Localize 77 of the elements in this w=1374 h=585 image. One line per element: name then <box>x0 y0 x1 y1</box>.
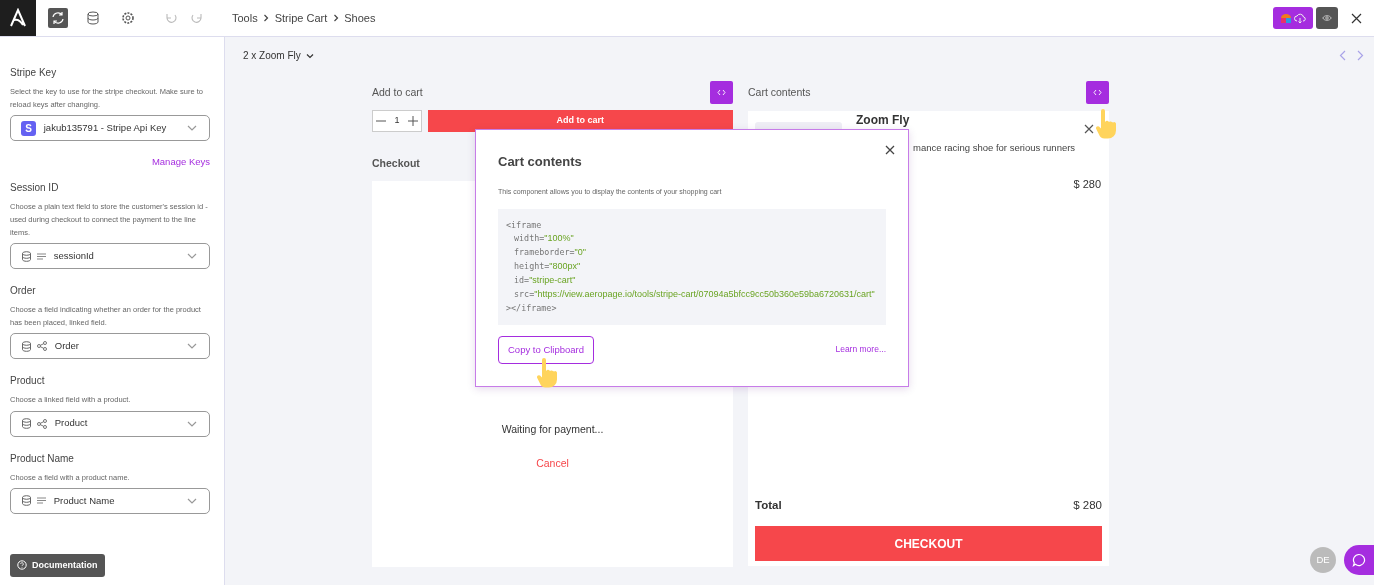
total-amount: $ 280 <box>1073 497 1102 513</box>
redo-icon <box>190 11 204 25</box>
code-line: height="800px" <box>513 259 582 273</box>
code-line: <iframe <box>506 219 543 232</box>
select-value: Product Name <box>53 493 115 508</box>
field-label: Session ID <box>10 180 60 195</box>
select-value: Product <box>54 416 88 431</box>
product-description: mance racing shoe for serious runners <box>913 141 1077 155</box>
product-name: Zoom Fly <box>856 114 911 126</box>
database-icon <box>21 250 32 262</box>
code-line: ></iframe> <box>506 301 558 315</box>
record-selector[interactable]: 2 x Zoom Fly <box>242 47 317 64</box>
code-icon <box>717 89 726 96</box>
field-label: Product <box>10 374 46 389</box>
undo-icon <box>164 11 178 25</box>
code-line: frameborder="0" <box>513 245 587 259</box>
field-label: Order <box>10 284 37 299</box>
payment-status: Waiting for payment... <box>501 422 604 438</box>
field-label: Product Name <box>10 451 75 466</box>
stripe-logo: S <box>21 120 36 136</box>
section-title: Cart contents <box>748 84 811 100</box>
eye-icon <box>1321 13 1332 23</box>
database-icon <box>21 340 32 352</box>
select-value: sessionId <box>53 249 94 263</box>
modal-title: Cart contents <box>498 153 583 171</box>
cloud-upload-icon <box>1294 12 1307 24</box>
chat-icon <box>1352 553 1366 567</box>
chevron-right-icon <box>332 14 339 22</box>
close-icon[interactable] <box>1084 124 1094 134</box>
help-icon <box>17 560 27 571</box>
quantity-value: 1 <box>394 113 400 127</box>
text-field-icon <box>37 252 46 260</box>
learn-more-link[interactable]: Learn more... <box>835 343 886 357</box>
close-icon[interactable] <box>885 145 895 155</box>
plus-icon <box>408 115 418 126</box>
database-icon <box>21 418 32 429</box>
text-field-icon <box>37 497 46 505</box>
total-label: Total <box>755 497 782 513</box>
database-icon <box>21 495 32 507</box>
copy-button[interactable]: Copy to Clipboard <box>498 335 595 364</box>
hand-cursor-icon <box>536 358 558 388</box>
colorful-logo-icon <box>1279 12 1292 24</box>
breadcrumb-link[interactable]: Stripe Cart <box>274 9 328 27</box>
add-to-cart-button[interactable]: Add to cart <box>427 109 733 132</box>
hand-cursor-icon <box>1095 109 1117 139</box>
section-title: Checkout <box>372 155 420 171</box>
quantity-stepper[interactable]: 1 <box>372 109 422 132</box>
manage-keys-link[interactable]: Manage Keys <box>151 156 210 168</box>
logo-icon <box>8 8 28 28</box>
share-icon <box>37 341 47 352</box>
chevron-right-icon <box>263 14 270 22</box>
item-price: $ 280 <box>1072 177 1101 192</box>
checkout-button[interactable]: CHECKOUT <box>755 526 1102 561</box>
field-select[interactable]: S jakub135791 - Stripe Api Key <box>10 115 210 142</box>
breadcrumb-link[interactable]: Tools <box>232 9 258 27</box>
embed-code-button[interactable] <box>710 81 733 104</box>
field-select[interactable]: Product Name <box>10 487 210 514</box>
select-value: jakub135791 - Stripe Api Key <box>43 121 167 136</box>
breadcrumb-link[interactable]: Shoes <box>344 9 376 27</box>
field-select[interactable]: Order <box>10 333 210 360</box>
field-select[interactable]: Product <box>10 410 210 437</box>
cancel-link[interactable]: Cancel <box>536 456 569 472</box>
code-line: width="100%" <box>513 232 575 245</box>
section-title: Add to cart <box>372 84 423 100</box>
close-icon <box>1350 12 1362 24</box>
preview-button[interactable] <box>1315 7 1338 29</box>
field-label: Stripe Key <box>10 66 58 80</box>
chat-button[interactable] <box>1344 545 1374 575</box>
code-line: id="stripe-cart" <box>513 273 577 287</box>
refresh-button[interactable] <box>48 8 68 28</box>
documentation-button[interactable]: Documentation <box>10 553 105 577</box>
field-select[interactable]: sessionId <box>10 243 210 270</box>
code-icon <box>1093 89 1102 96</box>
share-icon <box>37 418 47 429</box>
select-value: Order <box>54 339 80 354</box>
code-line: src="https://view.aeropage.io/tools/stripe-cart/07094a5bfcc9cc50b360e59ba6720631/cart" <box>513 287 876 301</box>
embed-code-button[interactable] <box>1086 81 1109 104</box>
